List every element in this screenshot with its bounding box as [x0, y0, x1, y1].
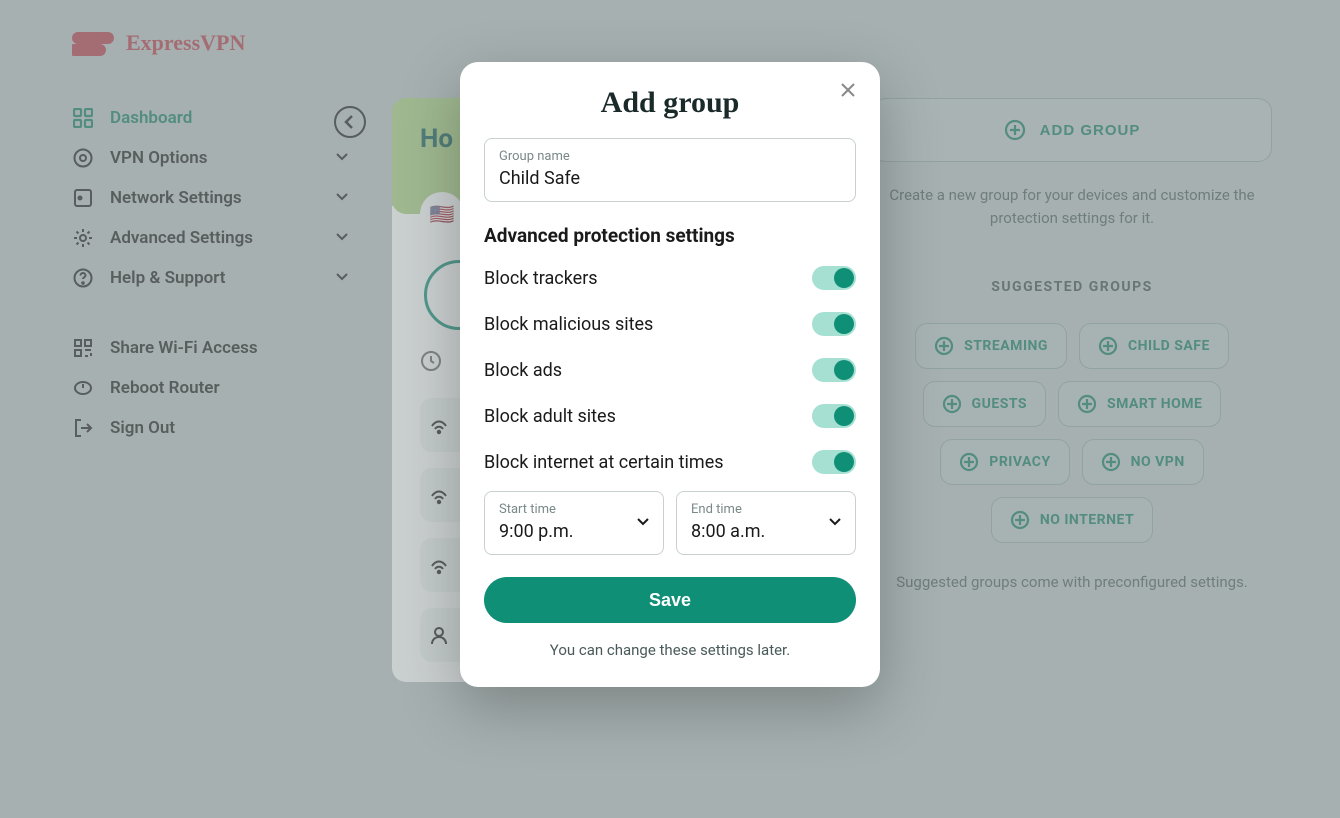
- chevron-down-icon: [635, 513, 651, 533]
- start-time-value: 9:00 p.m.: [499, 521, 649, 542]
- add-group-modal: Add group Group name Child Safe Advanced…: [460, 62, 880, 687]
- save-label: Save: [649, 590, 691, 610]
- group-name-field[interactable]: Group name Child Safe: [484, 138, 856, 202]
- modal-title: Add group: [484, 86, 856, 120]
- group-name-label: Group name: [499, 149, 841, 164]
- start-time-select[interactable]: Start time 9:00 p.m.: [484, 491, 664, 555]
- end-time-select[interactable]: End time 8:00 a.m.: [676, 491, 856, 555]
- close-button[interactable]: [834, 78, 862, 106]
- toggle-switch[interactable]: [812, 404, 856, 428]
- toggle-switch[interactable]: [812, 358, 856, 382]
- toggle-label: Block internet at certain times: [484, 452, 724, 473]
- toggle-label: Block malicious sites: [484, 314, 653, 335]
- toggle-switch[interactable]: [812, 266, 856, 290]
- toggle-row: Block ads: [484, 347, 856, 393]
- toggle-row: Block trackers: [484, 255, 856, 301]
- group-name-value: Child Safe: [499, 168, 841, 189]
- modal-footer: You can change these settings later.: [484, 641, 856, 659]
- end-time-value: 8:00 a.m.: [691, 521, 841, 542]
- start-time-label: Start time: [499, 502, 649, 517]
- advanced-settings-title: Advanced protection settings: [484, 224, 856, 247]
- toggle-switch[interactable]: [812, 450, 856, 474]
- end-time-label: End time: [691, 502, 841, 517]
- toggle-label: Block adult sites: [484, 406, 616, 427]
- toggle-switch[interactable]: [812, 312, 856, 336]
- toggle-row: Block internet at certain times: [484, 439, 856, 485]
- toggle-row: Block adult sites: [484, 393, 856, 439]
- toggle-row: Block malicious sites: [484, 301, 856, 347]
- save-button[interactable]: Save: [484, 577, 856, 623]
- chevron-down-icon: [827, 513, 843, 533]
- toggle-label: Block ads: [484, 360, 562, 381]
- toggle-label: Block trackers: [484, 268, 598, 289]
